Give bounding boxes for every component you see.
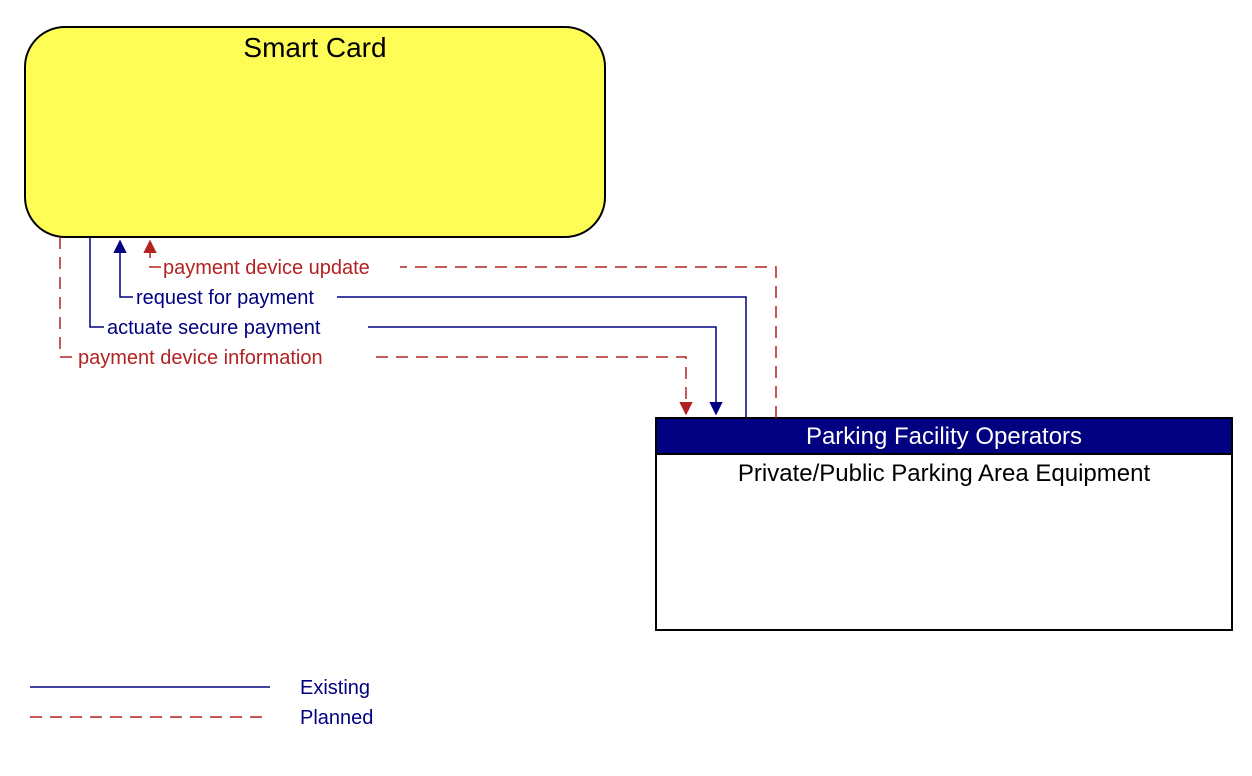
flow-payment-device-update-label: payment device update (163, 257, 370, 279)
legend: Existing Planned (30, 677, 373, 729)
smart-card-title: Smart Card (243, 32, 386, 63)
parking-header: Parking Facility Operators (806, 423, 1082, 450)
legend-existing-label: Existing (300, 677, 370, 699)
flow-payment-device-information-label: payment device information (78, 347, 323, 369)
node-smart-card: Smart Card (25, 27, 605, 237)
parking-subtitle: Private/Public Parking Area Equipment (738, 460, 1151, 487)
node-parking: Parking Facility Operators Private/Publi… (656, 418, 1232, 630)
legend-planned-label: Planned (300, 707, 373, 729)
flow-actuate-secure-payment-label: actuate secure payment (107, 317, 321, 339)
flow-request-for-payment-label: request for payment (136, 287, 314, 309)
